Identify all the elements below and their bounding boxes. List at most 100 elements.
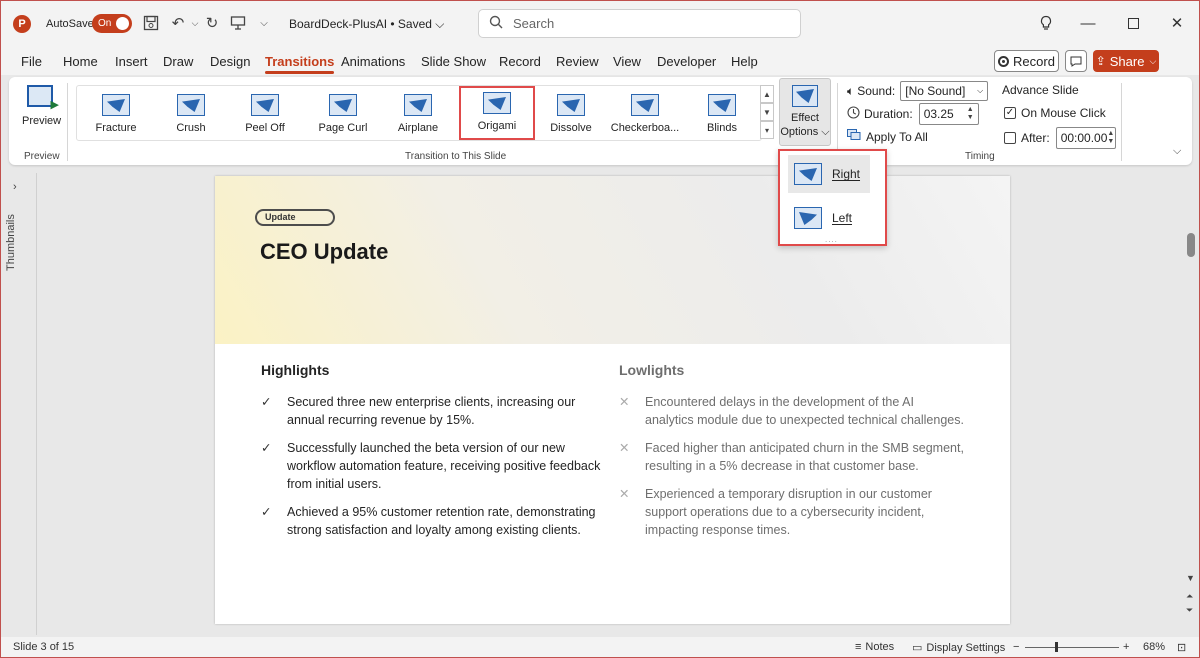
apply-all-label: Apply To All (866, 129, 928, 144)
customize-toolbar-icon[interactable]: ⌵ (254, 13, 274, 33)
tab-view[interactable]: View (613, 54, 641, 69)
highlight-item[interactable]: ✓ Secured three new enterprise clients, … (261, 393, 575, 429)
spinner-icon[interactable]: ▲ ▼ (1107, 130, 1114, 146)
transition-page-curl[interactable]: Page Curl (315, 90, 371, 138)
lightbulb-icon[interactable] (1036, 13, 1056, 33)
tab-slide-show[interactable]: Slide Show (421, 54, 486, 69)
preview-button[interactable]: Preview (22, 85, 61, 127)
slide-title[interactable]: CEO Update (260, 239, 388, 265)
previous-slide-icon[interactable]: ⏶ (1186, 591, 1193, 602)
after-input[interactable]: 00:00.00 ▲ ▼ (1055, 127, 1116, 149)
tab-record[interactable]: Record (499, 54, 541, 69)
lowlight-text: resulting in a 5% decrease in that custo… (645, 459, 919, 473)
sound-select[interactable]: [No Sound] ⌵ (900, 81, 989, 101)
update-badge[interactable]: Update (255, 209, 335, 226)
display-settings-button[interactable]: ▭ Display Settings (912, 641, 1006, 655)
highlight-item[interactable]: ✓ Achieved a 95% customer retention rate… (261, 503, 596, 539)
next-slide-icon[interactable]: ⏷ (1186, 605, 1193, 616)
slide-canvas[interactable]: Update CEO Update Highlights Lowlights ✓… (215, 176, 1010, 624)
blinds-icon (708, 94, 736, 116)
minimize-icon[interactable]: — (1078, 13, 1098, 33)
status-bar: Slide 3 of 15 ≡ Notes ▭ Display Settings… (1, 637, 1199, 657)
tab-draw[interactable]: Draw (163, 54, 193, 69)
search-icon (489, 15, 503, 32)
tab-file[interactable]: File (21, 54, 42, 69)
record-button[interactable]: Record (994, 50, 1059, 72)
transition-crush[interactable]: Crush (169, 90, 213, 138)
origami-icon (483, 92, 511, 114)
comments-button[interactable] (1065, 50, 1087, 72)
origami-right-icon (794, 163, 822, 185)
transition-dissolve[interactable]: Dissolve (547, 90, 595, 138)
transition-peel-off[interactable]: Peel Off (240, 90, 290, 138)
vertical-scrollbar[interactable]: ▼ ⏶ ⏷ (1184, 173, 1198, 635)
zoom-slider[interactable] (1025, 647, 1119, 648)
maximize-icon[interactable] (1123, 13, 1143, 33)
collapse-ribbon-icon[interactable]: ⌵ (1173, 145, 1181, 158)
lowlight-item[interactable]: ✕ Encountered delays in the development … (619, 393, 964, 429)
highlight-item[interactable]: ✓ Successfully launched the beta version… (261, 439, 600, 493)
search-placeholder: Search (513, 16, 555, 31)
search-input[interactable]: Search (478, 9, 801, 38)
gallery-down-icon[interactable]: ▼ (760, 103, 774, 121)
redo-icon[interactable]: ↻ (202, 13, 222, 33)
effect-options-icon (792, 85, 818, 107)
share-icon: ⇪ (1095, 54, 1106, 68)
effect-options-button[interactable]: Effect Options ⌵ (779, 78, 831, 146)
resize-grip-icon[interactable]: .... (825, 235, 838, 244)
gallery-up-icon[interactable]: ▲ (760, 85, 774, 103)
display-icon: ▭ (912, 642, 923, 654)
duration-input[interactable]: 03.25 ▲ ▼ (918, 103, 979, 125)
display-label: Display Settings (926, 641, 1006, 654)
fit-slide-icon[interactable]: ⊡ (1177, 641, 1186, 654)
tab-help[interactable]: Help (731, 54, 758, 69)
close-icon[interactable]: ✕ (1167, 13, 1187, 33)
effect-right-option[interactable]: Right (788, 155, 870, 193)
expand-thumbnails-icon[interactable]: › (13, 181, 17, 193)
tab-developer[interactable]: Developer (657, 54, 716, 69)
zoom-out-icon[interactable]: − (1013, 641, 1019, 653)
present-from-start-icon[interactable] (228, 13, 248, 33)
effect-left-option[interactable]: Left (788, 199, 870, 237)
lowlight-item[interactable]: ✕ Experienced a temporary disruption in … (619, 485, 932, 539)
group-separator (67, 83, 68, 161)
share-dropdown-icon: ⌵ (1149, 55, 1157, 66)
fracture-icon (102, 94, 130, 116)
autosave-toggle[interactable]: On (92, 14, 132, 33)
effect-left-label: Left (832, 211, 853, 225)
scroll-down-icon[interactable]: ▼ (1186, 573, 1195, 583)
zoom-in-icon[interactable]: + (1123, 641, 1129, 653)
tab-review[interactable]: Review (556, 54, 599, 69)
highlights-heading[interactable]: Highlights (261, 362, 329, 378)
tab-insert[interactable]: Insert (115, 54, 148, 69)
highlight-text: Achieved a 95% customer retention rate, … (287, 505, 596, 519)
on-mouse-click-checkbox[interactable]: ✓ On Mouse Click (1004, 106, 1106, 120)
cross-icon: ✕ (619, 487, 630, 501)
save-icon[interactable] (141, 13, 161, 33)
lowlights-heading[interactable]: Lowlights (619, 362, 684, 378)
zoom-slider-handle[interactable] (1055, 642, 1058, 652)
tab-design[interactable]: Design (210, 54, 250, 69)
gallery-more-icon[interactable]: ▾ (760, 121, 774, 139)
share-button[interactable]: ⇪ Share ⌵ (1093, 50, 1159, 72)
lowlight-item[interactable]: ✕ Faced higher than anticipated churn in… (619, 439, 964, 475)
tab-home[interactable]: Home (63, 54, 98, 69)
spinner-icon[interactable]: ▲ ▼ (967, 106, 974, 122)
apply-to-all-button[interactable]: Apply To All (847, 129, 928, 144)
preview-group-label: Preview (24, 151, 60, 162)
tab-animations[interactable]: Animations (341, 54, 405, 69)
notes-button[interactable]: ≡ Notes (855, 641, 894, 653)
transition-origami[interactable]: Origami (459, 86, 535, 140)
scroll-thumb[interactable] (1187, 233, 1195, 257)
thumbnails-label[interactable]: Thumbnails (5, 203, 33, 283)
transition-checkerboard[interactable]: Checkerboa... (610, 90, 680, 138)
highlight-text: strong satisfaction and loyalty among ex… (287, 523, 581, 537)
zoom-level[interactable]: 68% (1143, 641, 1165, 653)
after-checkbox[interactable] (1004, 132, 1016, 144)
lowlight-text: support operations due to a cybersecurit… (645, 505, 925, 519)
transition-airplane[interactable]: Airplane (393, 90, 443, 138)
document-title[interactable]: BoardDeck-PlusAI • Saved ⌵ (289, 17, 444, 32)
transition-fracture[interactable]: Fracture (91, 90, 141, 138)
transition-blinds[interactable]: Blinds (697, 90, 747, 138)
tab-transitions[interactable]: Transitions (265, 54, 335, 74)
